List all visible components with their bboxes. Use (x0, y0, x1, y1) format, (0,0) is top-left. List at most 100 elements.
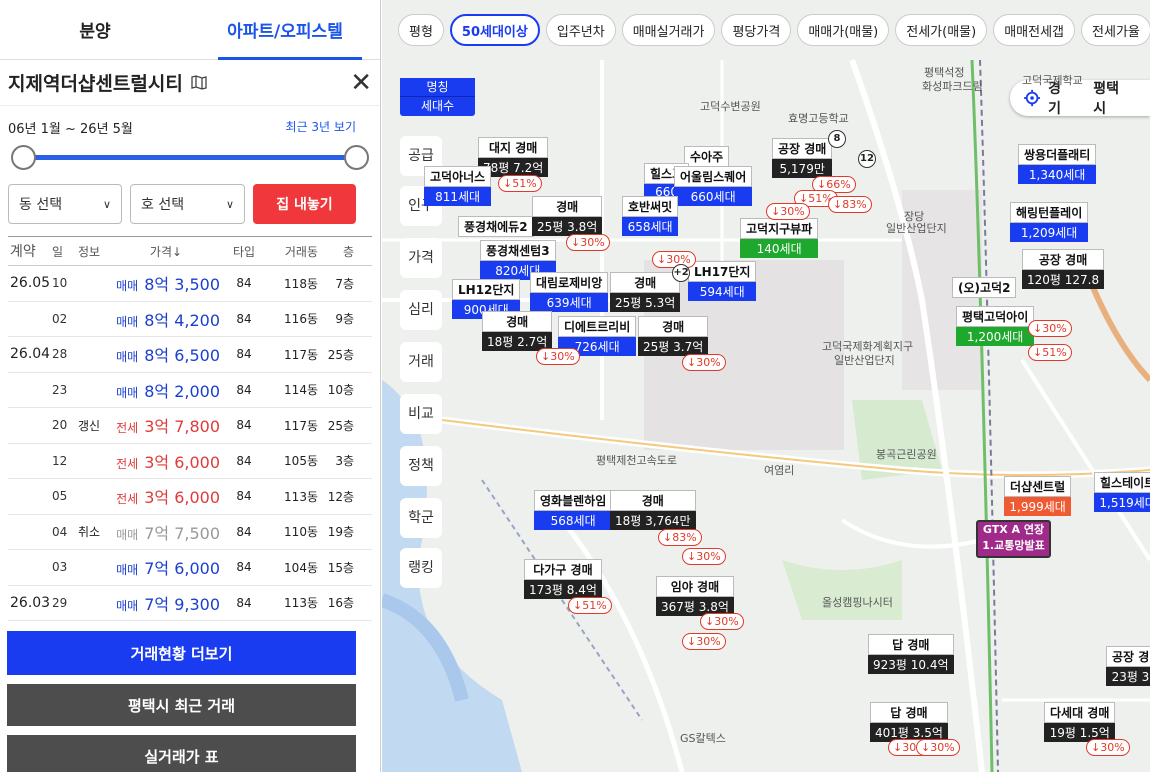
filter-chip[interactable]: 매매실거래가 (621, 14, 716, 46)
map-marker[interactable]: 고덕지구뷰파 140세대 (740, 218, 819, 258)
marker-title: 해링턴플레이 (1010, 202, 1089, 223)
map-marker[interactable]: 공장 경매 120평 127.8 (1022, 249, 1105, 289)
side-menu-item[interactable]: 비교 (400, 394, 442, 434)
side-menu-item[interactable]: 가격 (400, 238, 442, 278)
map-marker[interactable]: 풍경채에듀2 (458, 216, 534, 237)
cell-building: 117동 (284, 347, 318, 362)
cell-day: 28 (52, 347, 68, 362)
map-marker[interactable]: 해링턴플레이 1,209세대 (1010, 202, 1089, 242)
table-row[interactable]: 02 매매 8억 4,200 84 116동 9층 (8, 302, 372, 337)
map-marker[interactable]: (오)고덕2 (952, 277, 1017, 298)
map-marker[interactable]: 공장 경매23평 3.7 (1106, 646, 1150, 686)
map-marker[interactable]: 다세대 경매 19평 1.5억 (1044, 702, 1116, 742)
cell-day: 10 (52, 276, 68, 291)
marker-title: 풍경채에듀2 (458, 216, 534, 237)
map-marker[interactable]: 영화블렌하임 568세대 (534, 490, 613, 530)
discount-badge: ↓30% (652, 251, 696, 268)
map-marker[interactable]: 고덕아너스 811세대 (424, 166, 492, 206)
cluster-count-plus2[interactable]: +2 (672, 264, 690, 282)
filter-chip[interactable]: 50세대이상 (449, 14, 540, 46)
cell-floor: 10층 (327, 383, 354, 398)
cell-building: 105동 (284, 454, 318, 469)
map-marker[interactable]: 다가구 경매 173평 8.4억 (524, 559, 602, 599)
map-marker[interactable]: 공장 경매 5,179만 (772, 138, 833, 178)
table-row[interactable]: 04 취소 매매 7억 7,500 84 110동 19층 (8, 515, 372, 550)
table-row[interactable]: 23 매매 8억 2,000 84 114동 10층 (8, 373, 372, 408)
table-row[interactable]: 26.03 29 매매 7억 9,300 84 113동 16층 (8, 586, 372, 621)
map-place-label: 봉곡근린공원 (876, 448, 937, 461)
map-marker[interactable]: 경매 25평 3.7억 (638, 316, 709, 356)
dong-select[interactable]: 동 선택 ∨ (8, 184, 122, 224)
map-marker[interactable]: 답 경매 401평 3.5억 (870, 702, 948, 742)
side-menu-item[interactable]: 거래 (400, 342, 442, 382)
tab-presale[interactable]: 분양 (0, 0, 190, 59)
map-marker[interactable]: 경매 25평 3.8억 (532, 196, 603, 236)
slider-end-handle[interactable] (344, 145, 369, 170)
map-marker[interactable]: 더샵센트럴 1,999세대 (1004, 476, 1072, 516)
cell-day: 12 (52, 453, 68, 468)
col-price[interactable]: 가격↓ (112, 243, 228, 260)
map-marker[interactable]: 경매 18평 3,764만 (610, 490, 696, 530)
table-row[interactable]: 12 전세 3억 6,000 84 105동 3층 (8, 444, 372, 479)
map-marker[interactable]: 답 경매 923평 10.4억 (868, 634, 954, 674)
map-marker[interactable]: 힐스테이트1,519세대 (1094, 472, 1150, 512)
map-marker[interactable]: LH17단지 594세대 (688, 261, 757, 301)
filter-chip[interactable]: 평형 (398, 14, 444, 46)
map-marker[interactable]: 수아주 (684, 146, 730, 167)
table-row[interactable]: 05 전세 3억 6,000 84 113동 12층 (8, 479, 372, 515)
map-marker[interactable]: 평택고덕아이 1,200세대 (956, 306, 1035, 346)
table-row[interactable]: 26.05 10 매매 8억 3,500 84 118동 7층 (8, 266, 372, 302)
map-view[interactable]: 평형 50세대이상 입주년차 매매실거래가 평당가격 매매가(매물) 전세가(매물) 매매전세… (382, 0, 1150, 772)
discount-badge: ↓30% (682, 354, 726, 371)
col-contract[interactable]: 계약 (8, 241, 52, 261)
col-building[interactable]: 거래동 (260, 243, 318, 260)
filter-chip[interactable]: 평당가격 (721, 14, 792, 46)
col-info[interactable]: 정보 (78, 243, 112, 260)
slider-start-handle[interactable] (11, 145, 36, 170)
filter-chip[interactable]: 전세가(매물) (895, 14, 988, 46)
filter-chip[interactable]: 매매가(매물) (797, 14, 890, 46)
crosshair-icon[interactable] (1024, 89, 1041, 107)
table-row[interactable]: 20 갱신 전세 3억 7,800 84 117동 25층 (8, 408, 372, 444)
map-marker[interactable]: 경매 25평 5.3억 (610, 272, 681, 312)
map-marker[interactable]: 대림로제비앙 639세대 (530, 272, 609, 312)
filter-chip[interactable]: 입주년차 (545, 14, 616, 46)
map-icon[interactable] (191, 75, 207, 90)
map-marker[interactable]: 임야 경매 367평 3.8억 (656, 576, 734, 616)
filter-chip[interactable]: 전세가율 (1081, 14, 1150, 46)
side-menu-item[interactable]: 정책 (400, 446, 442, 486)
trade-price: 8억 2,000 (144, 381, 220, 401)
map-place-label: 고덕국제학교 (1022, 74, 1083, 87)
col-type[interactable]: 타입 (228, 243, 260, 260)
close-icon[interactable]: ✕ (350, 70, 372, 96)
price-table-button[interactable]: 실거래가 표 (7, 735, 356, 772)
table-row[interactable]: 26.04 28 매매 8억 6,500 84 117동 25층 (8, 337, 372, 373)
recent-3y-link[interactable]: 최근 3년 보기 (286, 118, 356, 142)
map-marker[interactable]: 어울림스퀘어 660세대 (674, 166, 753, 206)
cell-type: 84 (236, 524, 252, 539)
map-marker[interactable]: 쌍용더플래티 1,340세대 (1018, 144, 1097, 184)
slider-track (22, 155, 358, 160)
more-trades-button[interactable]: 거래현황 더보기 (7, 631, 356, 675)
marker-title: 경매 (482, 311, 553, 332)
ho-select[interactable]: 호 선택 ∨ (130, 184, 245, 224)
side-menu-item[interactable]: 심리 (400, 290, 442, 330)
map-marker[interactable]: 호반써밋 658세대 (622, 196, 679, 236)
map-place-label: 평택제천고속도로 (596, 454, 677, 467)
col-floor[interactable]: 층 (318, 243, 354, 260)
sell-house-button[interactable]: 집 내놓기 (253, 184, 356, 224)
region-city[interactable]: 평택시 (1093, 78, 1128, 118)
table-row[interactable]: 03 매매 7억 6,000 84 104동 15층 (8, 550, 372, 586)
cluster-count-12[interactable]: 12 (858, 150, 876, 168)
filter-chip[interactable]: 매매전세갭 (993, 14, 1076, 46)
col-day[interactable]: 일 (52, 243, 78, 260)
side-menu-item[interactable]: 학군 (400, 498, 442, 538)
period-slider[interactable] (8, 142, 372, 172)
city-recent-trades-button[interactable]: 평택시 최근 거래 (7, 684, 356, 726)
gtx-label[interactable]: GTX A 연장 1.교통망발표 (976, 520, 1051, 558)
cluster-count-8[interactable]: 8 (828, 130, 846, 148)
side-menu-item[interactable]: 랭킹 (400, 548, 442, 588)
discount-badge: ↓30% (766, 203, 810, 220)
map-marker[interactable]: 경매 18평 2.7억 (482, 311, 553, 351)
tab-apartment[interactable]: 아파트/오피스텔 (190, 0, 380, 60)
